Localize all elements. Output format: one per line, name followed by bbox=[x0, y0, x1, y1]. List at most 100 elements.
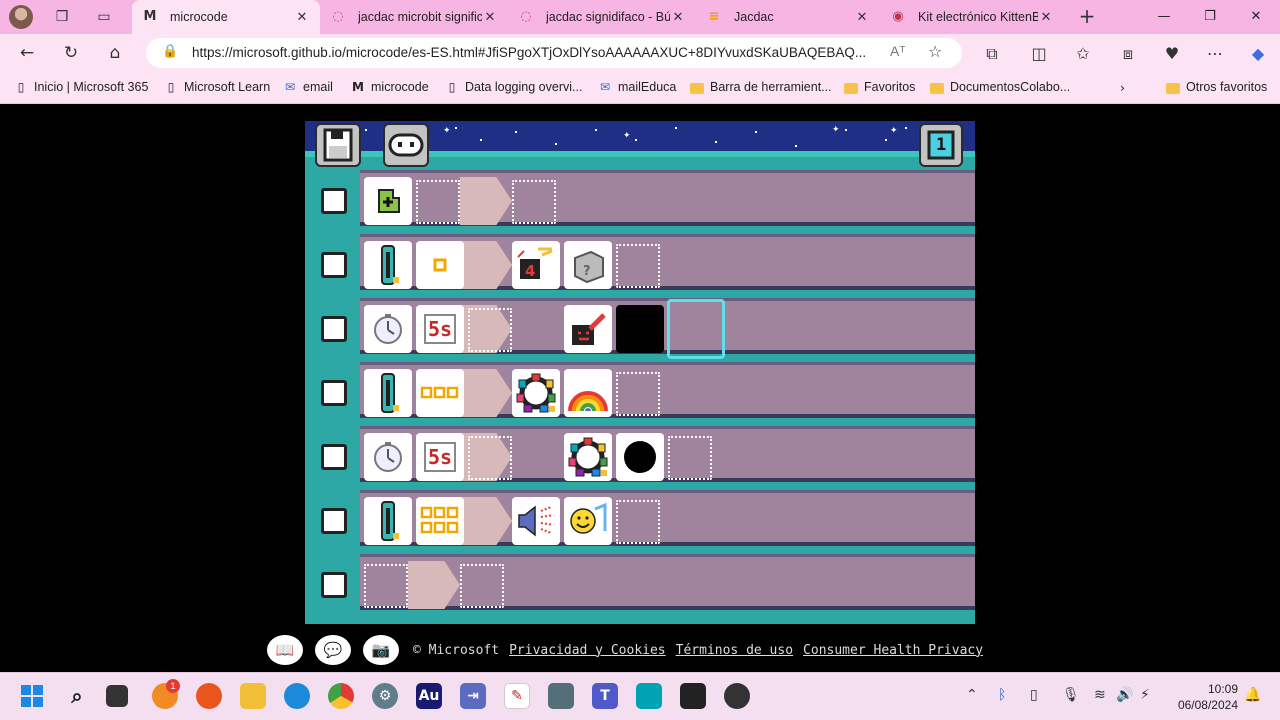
tile-rotary-encoder-icon[interactable] bbox=[364, 497, 412, 545]
empty-slot[interactable] bbox=[416, 180, 460, 224]
minimize-icon[interactable]: — bbox=[1153, 6, 1175, 28]
split-screen-icon[interactable]: ◫ bbox=[1027, 42, 1051, 66]
bookmark-microcode[interactable]: Mmicrocode bbox=[351, 80, 429, 94]
url-field[interactable]: 🔒 https://microsoft.github.io/microcode/… bbox=[146, 38, 962, 68]
tile-black-dot-icon[interactable] bbox=[616, 433, 664, 481]
system-clock[interactable]: 10:09 06/08/2024 bbox=[1168, 681, 1238, 713]
obs-icon[interactable] bbox=[724, 683, 750, 709]
privacy-link[interactable]: Privacidad y Cookies bbox=[509, 643, 666, 658]
browser-essentials-icon[interactable]: ♥ bbox=[1160, 42, 1184, 66]
empty-slot[interactable] bbox=[616, 244, 660, 288]
tab-jacdac-microbit[interactable]: ◌ jacdac microbit signific ✕ bbox=[320, 0, 508, 34]
profile-avatar[interactable] bbox=[9, 5, 33, 29]
battery-icon[interactable]: ▯ bbox=[1030, 687, 1038, 703]
favorite-star-icon[interactable]: ☆ bbox=[928, 42, 942, 61]
empty-slot[interactable] bbox=[468, 308, 512, 352]
microphone-icon[interactable]: 🎙 bbox=[1062, 687, 1080, 703]
refresh-icon[interactable]: ↻ bbox=[60, 42, 82, 64]
rule-checkbox[interactable] bbox=[321, 188, 347, 214]
search-icon[interactable]: ⌕ bbox=[64, 683, 90, 709]
tile-rotary-encoder-icon[interactable] bbox=[364, 241, 412, 289]
tile-dot-1-icon[interactable] bbox=[416, 241, 464, 289]
close-tab-icon[interactable]: ✕ bbox=[854, 10, 870, 25]
tray-chevron-icon[interactable]: ⌃ bbox=[966, 687, 978, 703]
empty-slot[interactable] bbox=[616, 372, 660, 416]
tab-jacdac[interactable]: ≡ Jacdac ✕ bbox=[696, 0, 880, 34]
close-tab-icon[interactable]: ✕ bbox=[670, 10, 686, 25]
empty-slot[interactable] bbox=[512, 180, 556, 224]
camera-icon[interactable]: 📷 bbox=[363, 635, 399, 665]
empty-slot[interactable] bbox=[460, 564, 504, 608]
bookmark-documentos[interactable]: DocumentosColabo... bbox=[930, 80, 1070, 94]
volume-icon[interactable]: 🔊 bbox=[1116, 687, 1133, 703]
tab-kit-electronico[interactable]: ◉ Kit electrónico KittenB ✕ bbox=[880, 0, 1064, 34]
tile-dots-3-icon[interactable] bbox=[416, 369, 464, 417]
workspaces-icon[interactable]: ❒ bbox=[52, 7, 72, 27]
tile-random-icon[interactable]: 4 bbox=[512, 241, 560, 289]
wifi-icon[interactable]: ≋ bbox=[1094, 687, 1106, 703]
tile-timer-icon[interactable] bbox=[364, 433, 412, 481]
rule-checkbox[interactable] bbox=[321, 508, 347, 534]
app-gecko-icon[interactable] bbox=[548, 683, 574, 709]
favorites-icon[interactable]: ✩ bbox=[1071, 42, 1095, 66]
tile-led-ring-icon[interactable] bbox=[512, 369, 560, 417]
close-window-icon[interactable]: ✕ bbox=[1245, 6, 1267, 28]
app-arrow-icon[interactable]: ⇥ bbox=[460, 683, 486, 709]
terms-link[interactable]: Términos de uso bbox=[676, 643, 793, 658]
close-tab-icon[interactable]: ✕ bbox=[1038, 10, 1054, 25]
tile-dice-icon[interactable]: ? bbox=[564, 241, 612, 289]
selected-empty-slot[interactable] bbox=[667, 299, 725, 359]
new-tab-button[interactable]: + bbox=[1076, 6, 1098, 28]
extensions-icon[interactable]: ⧉ bbox=[980, 42, 1004, 66]
home-icon[interactable]: ⌂ bbox=[104, 42, 126, 64]
tile-5s-icon[interactable]: 5s bbox=[416, 433, 464, 481]
tile-led-ring-icon[interactable] bbox=[564, 433, 612, 481]
collections-icon[interactable]: ⧈ bbox=[1116, 42, 1140, 66]
save-button[interactable] bbox=[315, 123, 361, 167]
task-view-icon[interactable] bbox=[106, 685, 128, 707]
edge-icon[interactable] bbox=[284, 683, 310, 709]
terminal-icon[interactable] bbox=[680, 683, 706, 709]
tile-rainbow-icon[interactable] bbox=[564, 369, 612, 417]
power-icon[interactable]: ⚡ bbox=[1140, 687, 1150, 703]
chrome-icon[interactable] bbox=[328, 683, 354, 709]
more-menu-icon[interactable]: ⋯ bbox=[1203, 42, 1227, 66]
bookmarks-more-chevron-icon[interactable]: › bbox=[1120, 80, 1125, 95]
bookmark-email[interactable]: ✉ email bbox=[283, 80, 333, 94]
teams-icon[interactable]: T bbox=[592, 683, 618, 709]
tile-paint-icon[interactable] bbox=[564, 305, 612, 353]
tile-dots-6-icon[interactable] bbox=[416, 497, 464, 545]
empty-slot[interactable] bbox=[616, 500, 660, 544]
bookmark-barra[interactable]: Barra de herramient... bbox=[690, 80, 832, 94]
tab-actions-icon[interactable]: ▭ bbox=[94, 7, 114, 27]
rule-checkbox[interactable] bbox=[321, 444, 347, 470]
close-tab-icon[interactable]: ✕ bbox=[482, 10, 498, 25]
bookmark-favoritos[interactable]: Favoritos bbox=[844, 80, 915, 94]
settings-gear-icon[interactable]: ⚙ bbox=[372, 683, 398, 709]
bluetooth-icon[interactable]: ᛒ bbox=[998, 687, 1006, 703]
health-privacy-link[interactable]: Consumer Health Privacy bbox=[803, 643, 983, 658]
close-tab-icon[interactable]: ✕ bbox=[294, 10, 310, 25]
tab-microcode[interactable]: M microcode ✕ bbox=[132, 0, 320, 34]
empty-slot[interactable] bbox=[468, 436, 512, 480]
notepad-icon[interactable]: ✎ bbox=[504, 683, 530, 709]
rule-checkbox[interactable] bbox=[321, 572, 347, 598]
restore-icon[interactable]: ❐ bbox=[1199, 6, 1221, 28]
tile-happy-icon[interactable] bbox=[564, 497, 612, 545]
edu-icon[interactable] bbox=[636, 683, 662, 709]
bookmark-otros[interactable]: Otros favoritos bbox=[1166, 80, 1267, 94]
rule-checkbox[interactable] bbox=[321, 252, 347, 278]
notifications-bell-icon[interactable]: 🔔 bbox=[1244, 687, 1261, 703]
page-select-button[interactable]: 1 bbox=[919, 123, 963, 167]
bookmark-maileduca[interactable]: ✉ mailEduca bbox=[598, 80, 676, 94]
rule-checkbox[interactable] bbox=[321, 316, 347, 342]
tile-timer-icon[interactable] bbox=[364, 305, 412, 353]
tile-speaker-icon[interactable] bbox=[512, 497, 560, 545]
bookmark-data-logging[interactable]: ▯ Data logging overvi... bbox=[445, 80, 583, 94]
bookmark-inicio[interactable]: ▯ Inicio | Microsoft 365 bbox=[14, 80, 149, 94]
microbit-connect-button[interactable] bbox=[383, 123, 429, 167]
file-explorer-icon[interactable] bbox=[240, 683, 266, 709]
copilot-icon[interactable]: ◆ bbox=[1246, 42, 1270, 66]
tile-black-icon[interactable] bbox=[616, 305, 664, 353]
tile-5s-icon[interactable]: 5s bbox=[416, 305, 464, 353]
